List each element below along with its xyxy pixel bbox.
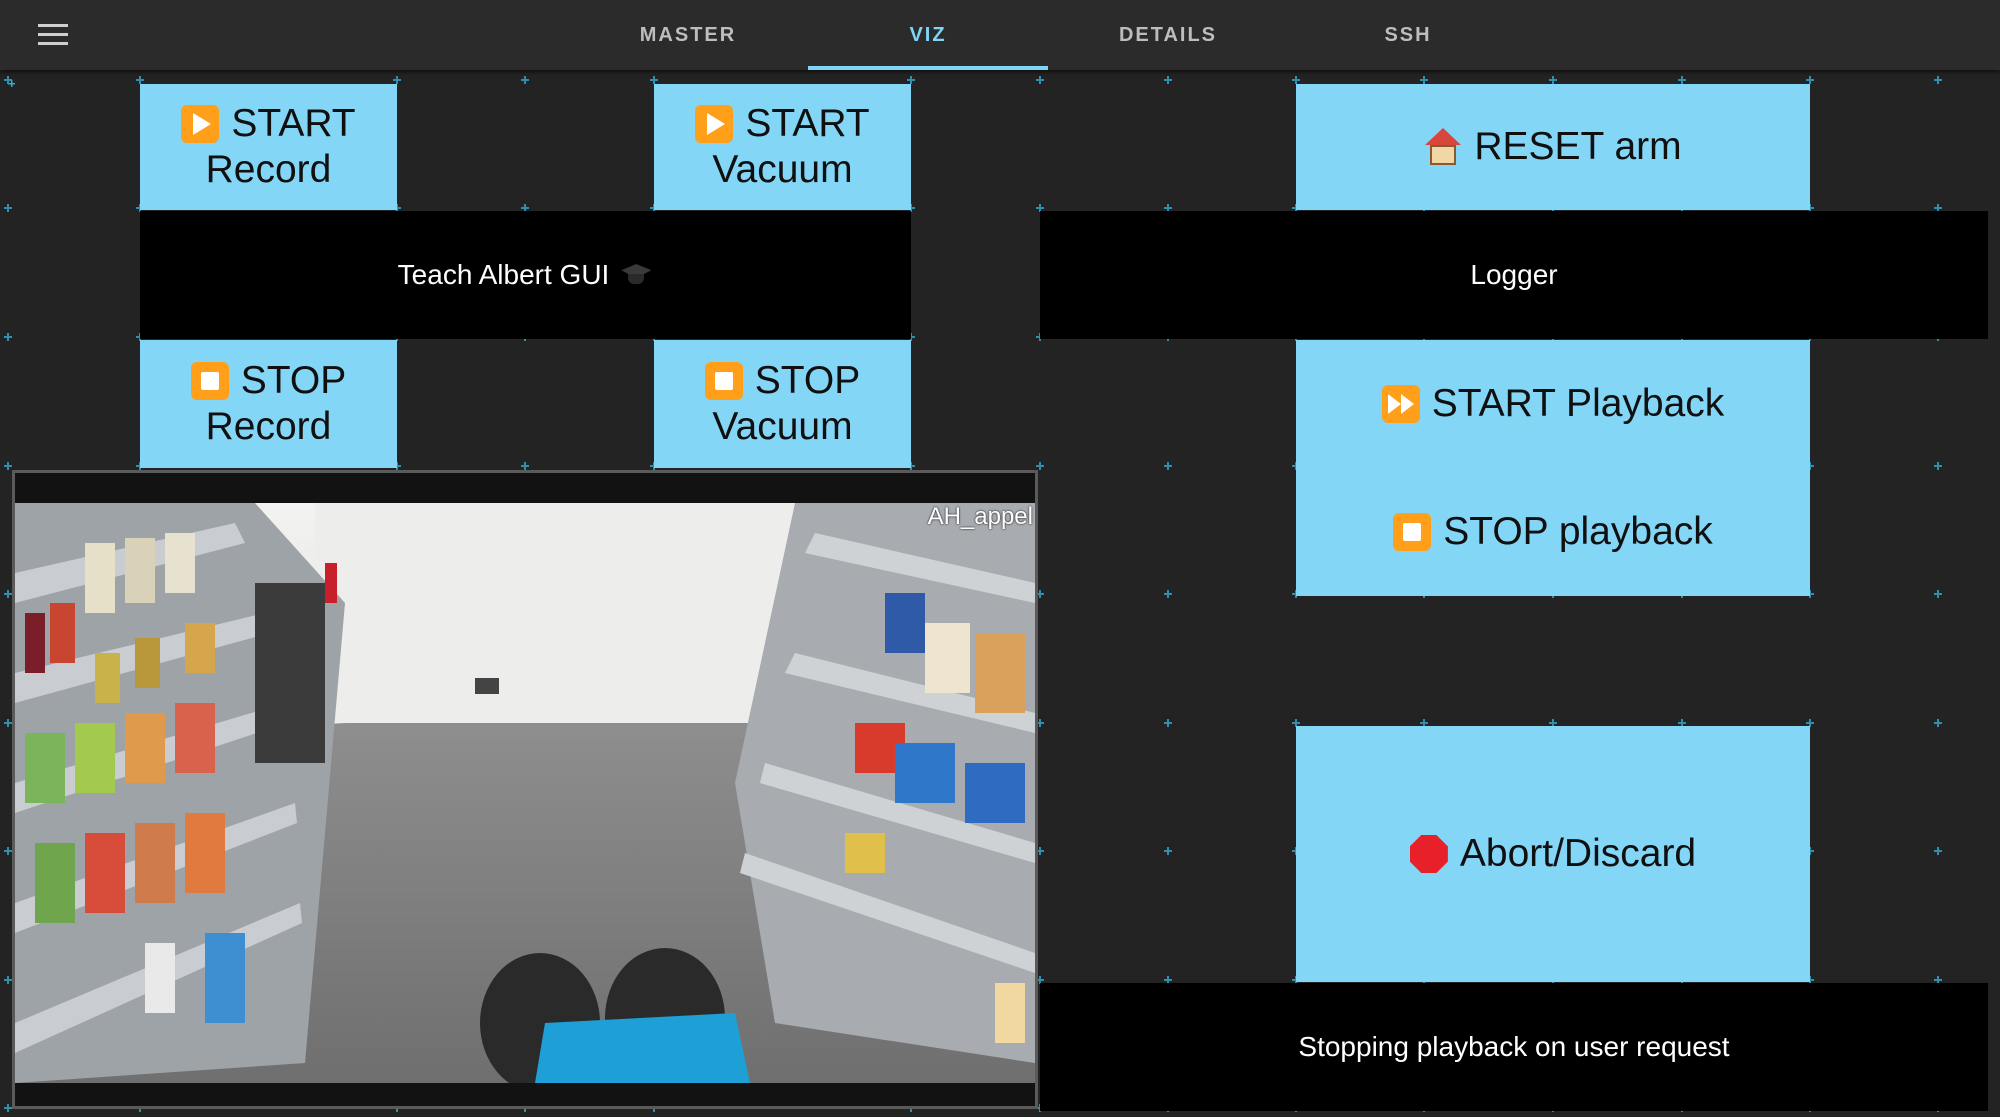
- grid-dot: [1678, 76, 1686, 84]
- stop-sign-icon: [1409, 835, 1448, 873]
- grid-dot: [4, 719, 12, 727]
- grid-dot: [1164, 590, 1172, 598]
- start-vacuum-button[interactable]: START Vacuum: [654, 84, 911, 210]
- stop-button-icon: [1393, 513, 1432, 551]
- grid-dot: [907, 76, 915, 84]
- log-message-bar: Stopping playback on user request: [1040, 983, 1988, 1111]
- grid-dot: [521, 76, 529, 84]
- grid-dot: [4, 976, 12, 984]
- grid-dot: [4, 847, 12, 855]
- stop-playback-button[interactable]: STOP playback: [1393, 468, 1713, 596]
- grid-dot: [1934, 590, 1942, 598]
- grid-dot: [1934, 462, 1942, 470]
- grid-dot: [4, 76, 12, 84]
- stop-playback-label: STOP playback: [1443, 510, 1713, 553]
- log-message: Stopping playback on user request: [1298, 1031, 1730, 1062]
- tab-details[interactable]: DETAILS: [1048, 0, 1288, 70]
- hamburger-menu-icon[interactable]: [38, 24, 68, 46]
- stop-vacuum-button[interactable]: STOP Vacuum: [654, 340, 911, 468]
- grid-dot: [1164, 462, 1172, 470]
- grid-dot: [1934, 847, 1942, 855]
- grid-dot: [1164, 847, 1172, 855]
- grid-dot: [1549, 76, 1557, 84]
- camera-view: AH_appel: [12, 470, 1038, 1109]
- house-icon: [1424, 128, 1462, 166]
- start-record-line1: START: [231, 102, 356, 145]
- grid-dot: [4, 204, 12, 212]
- grid-dot: [1292, 76, 1300, 84]
- grid-dot: [136, 76, 144, 84]
- abort-discard-button[interactable]: Abort/Discard: [1296, 726, 1810, 982]
- grid-dot: [4, 333, 12, 341]
- active-tab-indicator: [808, 66, 1048, 70]
- camera-label: AH_appel: [927, 503, 1033, 530]
- stop-vacuum-line2: Vacuum: [712, 405, 853, 448]
- logger-title: Logger: [1470, 259, 1558, 290]
- start-record-line2: Record: [205, 148, 332, 191]
- grid-dot: [4, 462, 12, 470]
- stop-button-icon: [190, 362, 229, 400]
- grid-dot: [1934, 719, 1942, 727]
- camera-image: [15, 503, 1035, 1083]
- grid-dot: [521, 462, 529, 470]
- grid-dot: [1164, 76, 1172, 84]
- grid-dot: [1036, 462, 1044, 470]
- graduation-cap-icon: [619, 260, 653, 290]
- fast-forward-icon: [1381, 385, 1420, 423]
- grid-dot: [1036, 76, 1044, 84]
- logger-title-bar: Logger: [1040, 211, 1988, 339]
- playback-panel: START Playback STOP playback: [1296, 340, 1810, 596]
- tab-master[interactable]: MASTER: [568, 0, 808, 70]
- tab-ssh[interactable]: SSH: [1288, 0, 1528, 70]
- tab-viz[interactable]: VIZ: [808, 0, 1048, 70]
- start-playback-label: START Playback: [1431, 382, 1725, 425]
- stop-record-button[interactable]: STOP Record: [140, 340, 397, 468]
- grid-dot: [1934, 76, 1942, 84]
- stop-vacuum-line1: STOP: [754, 359, 861, 402]
- start-vacuum-line1: START: [745, 102, 870, 145]
- grid-dot: [1806, 76, 1814, 84]
- stop-record-line2: Record: [205, 405, 332, 448]
- grid-dot: [393, 76, 401, 84]
- reset-arm-label: RESET arm: [1474, 125, 1682, 168]
- start-record-button[interactable]: START Record: [140, 84, 397, 210]
- start-vacuum-line2: Vacuum: [712, 148, 853, 191]
- play-button-icon: [181, 105, 220, 143]
- grid-dot: [4, 1104, 12, 1112]
- play-button-icon: [695, 105, 734, 143]
- gui-title-bar: Teach Albert GUI: [140, 211, 911, 339]
- top-bar: MASTER VIZ DETAILS SSH: [0, 0, 2000, 70]
- stop-record-line1: STOP: [240, 359, 347, 402]
- gui-title: Teach Albert GUI: [397, 259, 610, 290]
- abort-discard-label: Abort/Discard: [1459, 832, 1697, 875]
- stop-button-icon: [704, 362, 743, 400]
- start-playback-button[interactable]: START Playback: [1381, 340, 1725, 468]
- grid-dot: [4, 590, 12, 598]
- grid-dot: [650, 76, 658, 84]
- grid-dot: [1420, 76, 1428, 84]
- reset-arm-button[interactable]: RESET arm: [1296, 84, 1810, 210]
- grid-dot: [1164, 719, 1172, 727]
